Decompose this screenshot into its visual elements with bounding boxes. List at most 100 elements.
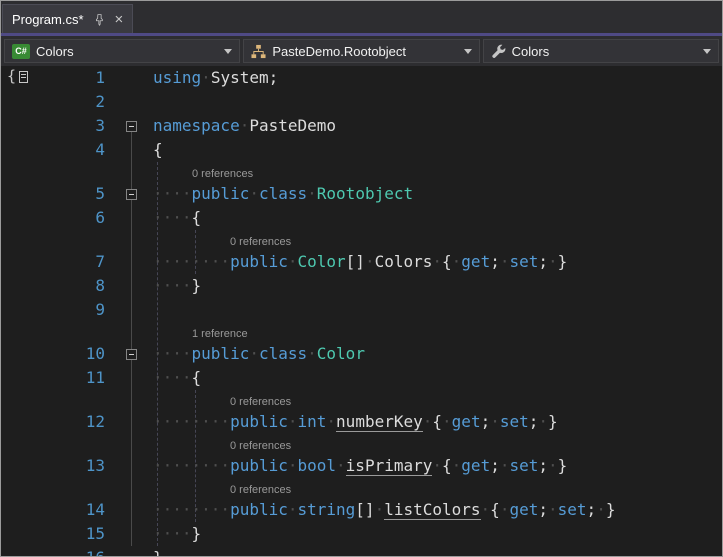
vs-editor-window: Program.cs* × C# Colors PasteDemo.Rootob…: [0, 0, 723, 557]
outlining-margin: [117, 342, 145, 366]
glyph-margin: [1, 182, 29, 206]
line-number: 13: [85, 456, 105, 475]
line-number: 12: [85, 412, 105, 431]
glyph-margin: [1, 250, 29, 274]
outlining-margin: [117, 454, 145, 478]
code-text[interactable]: using·System;: [145, 66, 722, 90]
code-line-13[interactable]: 13 ········public·bool·isPrimary·{·get;·s…: [1, 454, 722, 478]
line-number: 10: [85, 344, 105, 363]
code-line-6[interactable]: 6 ····{: [1, 206, 722, 230]
code-text[interactable]: ····}: [145, 274, 722, 298]
chevron-down-icon[interactable]: [463, 48, 472, 54]
document-icon: [19, 70, 29, 83]
codelens-row: 0 references: [1, 162, 722, 182]
glyph-margin: [1, 138, 29, 162]
code-line-9[interactable]: 9: [1, 298, 722, 322]
outlining-margin: [117, 410, 145, 434]
code-line-16[interactable]: 16}: [1, 546, 722, 556]
outlining-margin: [117, 206, 145, 230]
code-line-1[interactable]: 1 using·System;: [1, 66, 722, 90]
code-editor[interactable]: { 1 using·System; 2 3 namespace·PasteDemo 4{0…: [1, 66, 722, 556]
code-text[interactable]: ····public·class·Color: [145, 342, 722, 366]
glyph-margin: [1, 546, 29, 556]
class-icon: [251, 44, 266, 59]
editor-margin-adornment[interactable]: {: [7, 67, 29, 85]
code-line-8[interactable]: 8 ····}: [1, 274, 722, 298]
line-number: 1: [95, 68, 105, 87]
tab-title: Program.cs*: [12, 11, 84, 27]
outlining-margin: [117, 114, 145, 138]
glyph-margin: [1, 342, 29, 366]
line-number: 4: [95, 140, 105, 159]
code-text[interactable]: {: [145, 138, 722, 162]
glyph-margin: [1, 274, 29, 298]
line-number: 15: [85, 524, 105, 543]
open-brace-icon: {: [7, 67, 17, 85]
code-text[interactable]: ········public·string[]·listColors·{·get…: [145, 498, 722, 522]
glyph-margin: [1, 498, 29, 522]
codelens-references[interactable]: 0 references: [230, 232, 291, 252]
code-text[interactable]: namespace·PasteDemo: [145, 114, 722, 138]
code-line-3[interactable]: 3 namespace·PasteDemo: [1, 114, 722, 138]
code-line-15[interactable]: 15 ····}: [1, 522, 722, 546]
outlining-margin: [117, 498, 145, 522]
project-dropdown-label: Colors: [36, 43, 74, 59]
code-text[interactable]: ····}: [145, 522, 722, 546]
outlining-margin: [117, 546, 145, 556]
codelens-row: 0 references: [1, 434, 722, 454]
codelens-references[interactable]: 0 references: [230, 480, 291, 500]
code-line-14[interactable]: 14 ········public·string[]·listColors·{·g…: [1, 498, 722, 522]
line-number: 7: [95, 252, 105, 271]
outlining-margin: [117, 90, 145, 114]
code-text[interactable]: ········public·Color[]·Colors·{·get;·set…: [145, 250, 722, 274]
tab-bar: Program.cs* ×: [1, 1, 722, 33]
code-line-7[interactable]: 7 ········public·Color[]·Colors·{·get;·se…: [1, 250, 722, 274]
fold-collapse-button[interactable]: [125, 348, 137, 360]
codelens-row: 0 references: [1, 478, 722, 498]
glyph-margin: [1, 114, 29, 138]
code-text[interactable]: }: [145, 546, 722, 556]
code-text[interactable]: ····{: [145, 366, 722, 390]
code-line-5[interactable]: 5 ····public·class·Rootobject: [1, 182, 722, 206]
csharp-project-icon: C#: [12, 43, 30, 59]
project-dropdown[interactable]: C# Colors: [4, 39, 241, 63]
code-text[interactable]: [145, 90, 722, 114]
glyph-margin: [1, 90, 29, 114]
code-text[interactable]: ········public·int·numberKey·{·get;·set;…: [145, 410, 722, 434]
codelens-row: 0 references: [1, 390, 722, 410]
pin-icon[interactable]: [93, 13, 106, 26]
code-line-2[interactable]: 2: [1, 90, 722, 114]
codelens-row: 1 reference: [1, 322, 722, 342]
glyph-margin: [1, 206, 29, 230]
codelens-references[interactable]: 1 reference: [192, 324, 248, 344]
outlining-margin: [117, 274, 145, 298]
fold-collapse-button[interactable]: [125, 188, 137, 200]
code-line-11[interactable]: 11 ····{: [1, 366, 722, 390]
outlining-margin: [117, 366, 145, 390]
chevron-down-icon[interactable]: [224, 48, 233, 54]
codelens-references[interactable]: 0 references: [230, 436, 291, 456]
code-text[interactable]: ····public·class·Rootobject: [145, 182, 722, 206]
code-text[interactable]: ····{: [145, 206, 722, 230]
glyph-margin: [1, 522, 29, 546]
fold-collapse-button[interactable]: [125, 120, 137, 132]
glyph-margin: [1, 298, 29, 322]
code-text[interactable]: [145, 298, 722, 322]
outlining-margin: [117, 250, 145, 274]
code-line-12[interactable]: 12 ········public·int·numberKey·{·get;·se…: [1, 410, 722, 434]
code-lines: 1 using·System; 2 3 namespace·PasteDemo 4{0 r…: [1, 66, 722, 556]
line-number: 6: [95, 208, 105, 227]
codelens-row: 0 references: [1, 230, 722, 250]
code-line-4[interactable]: 4{: [1, 138, 722, 162]
outlining-margin: [117, 66, 145, 90]
tab-program-cs[interactable]: Program.cs* ×: [2, 4, 134, 33]
codelens-references[interactable]: 0 references: [230, 392, 291, 412]
code-line-10[interactable]: 10 ····public·class·Color: [1, 342, 722, 366]
member-dropdown[interactable]: Colors: [482, 39, 719, 63]
code-text[interactable]: ········public·bool·isPrimary·{·get;·set…: [145, 454, 722, 478]
close-icon[interactable]: ×: [115, 12, 124, 27]
type-dropdown[interactable]: PasteDemo.Rootobject: [243, 39, 480, 63]
outlining-margin: [117, 182, 145, 206]
chevron-down-icon[interactable]: [702, 48, 711, 54]
codelens-references[interactable]: 0 references: [192, 164, 253, 184]
